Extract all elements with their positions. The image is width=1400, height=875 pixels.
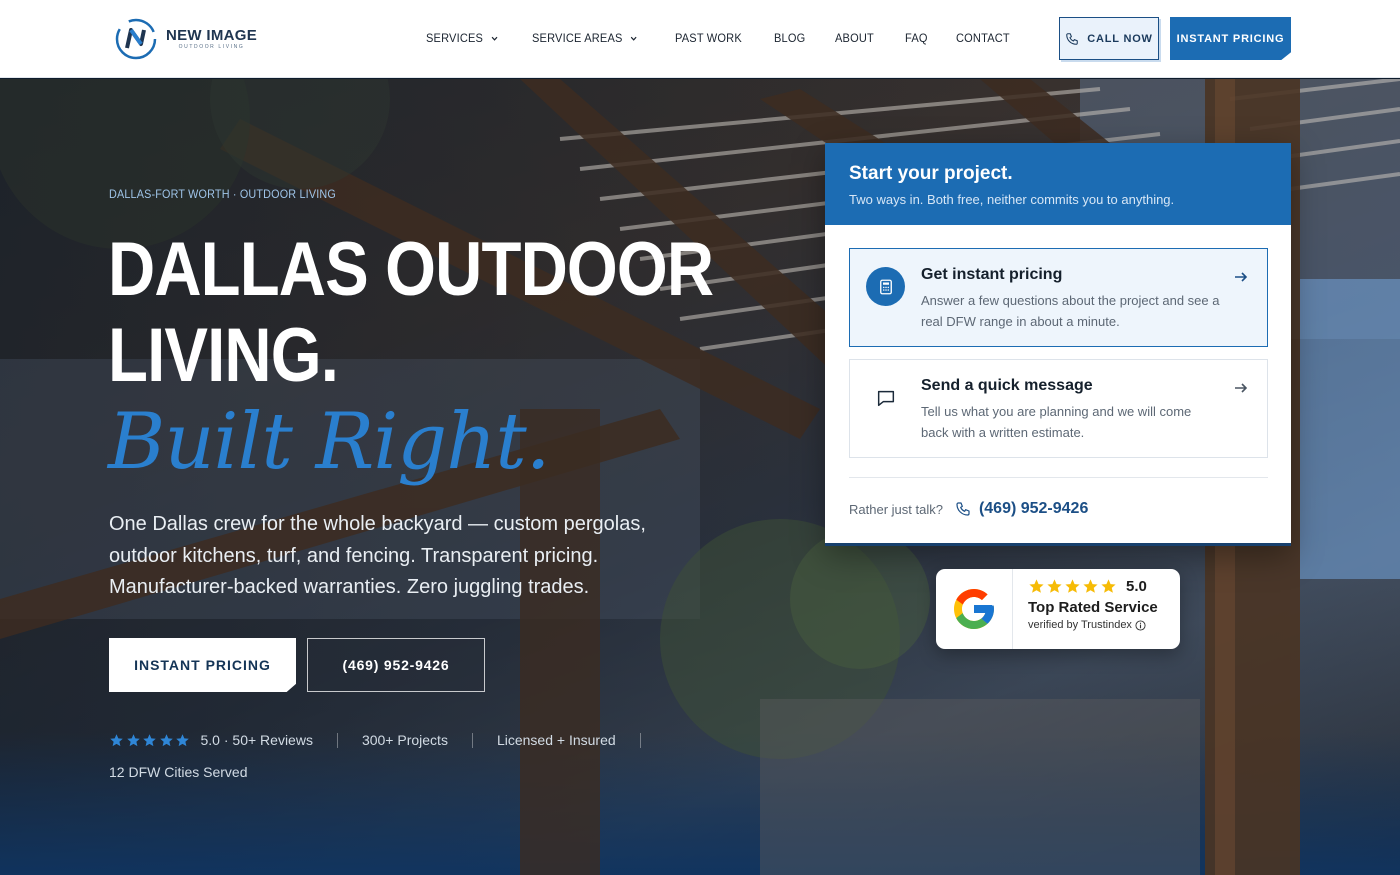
divider [639,732,641,748]
option-title: Get instant pricing [921,266,1063,283]
card-subtitle: Two ways in. Both free, neither commits … [849,192,1175,207]
send-message-option[interactable]: Send a quick message Tell us what you ar… [849,359,1268,458]
phone-hero-label: (469) 952-9426 [342,657,450,673]
phone-icon [1066,32,1079,45]
arrow-right-icon [1235,272,1248,282]
chat-icon [866,378,905,417]
calculator-icon [866,267,905,306]
nav-item-label: FAQ [904,31,928,45]
star-icon [1083,579,1098,593]
badge-score: 5.0 [1126,578,1147,595]
nav-item-contact[interactable]: CONTACT [956,31,1010,45]
trust-bar: 5.0 · 50+ Reviews 300+ Projects Licensed… [109,732,665,748]
option-description: Answer a few questions about the project… [921,293,1220,329]
google-logo-icon [936,569,1013,649]
google-rating-badge[interactable]: 5.0 Top Rated Service verified by Trusti… [936,569,1180,649]
instant-pricing-nav-button[interactable]: INSTANT PRICING [1170,17,1291,60]
option-title: Send a quick message [921,377,1093,394]
nav-item-services[interactable]: SERVICES [426,31,499,45]
nav-item-service-areas[interactable]: SERVICE AREAS [532,31,638,45]
star-icon [126,733,140,746]
nav-item-label: PAST WORK [674,31,742,45]
nav-item-label: ABOUT [835,31,875,45]
card-title: Start your project. [849,163,1013,184]
badge-verified: verified by Trustindex [1028,619,1158,631]
brand-logo[interactable]: NEW IMAGE OUTDOOR LIVING [114,17,257,61]
badge-body: 5.0 Top Rated Service verified by Trusti… [1013,569,1158,649]
phone-hero-button[interactable]: (469) 952-9426 [307,638,485,692]
nav-item-label: CONTACT [956,31,1011,45]
divider [471,732,473,748]
hero-headline-script: Built Right. [108,397,551,487]
badge-stars [1028,578,1118,595]
star-icon [1029,579,1044,593]
licensed-text: Licensed + Insured [496,732,616,748]
hero-eyebrow: DALLAS-FORT WORTH · OUTDOOR LIVING [109,187,336,201]
arrow-right-icon [1235,383,1248,393]
star-icon [1101,579,1116,593]
call-now-button[interactable]: CALL NOW [1059,17,1159,60]
star-icon [176,733,189,746]
star-icon [1047,579,1062,593]
headline-line-2: LIVING. [108,313,339,398]
rating-stars [109,733,192,748]
phone-icon [956,502,970,516]
divider [336,732,338,748]
star-icon [110,733,123,746]
get-instant-pricing-option[interactable]: Get instant pricing Answer a few questio… [849,248,1268,347]
nav-item-label: BLOG [774,31,806,45]
nav-item-faq[interactable]: FAQ [905,31,928,45]
projects-count: 300+ Projects [361,732,448,748]
rating-text: 5.0 · 50+ Reviews [200,732,313,748]
nav-item-blog[interactable]: BLOG [774,31,805,45]
badge-title: Top Rated Service [1028,599,1158,616]
star-icon [143,733,156,746]
brand-tagline: OUTDOOR LIVING [178,44,245,50]
hero-description: One Dallas crew for the whole backyard —… [109,513,646,598]
cities-served: 12 DFW Cities Served [109,764,248,780]
instant-pricing-hero-button[interactable]: INSTANT PRICING [109,638,296,692]
chevron-down-icon [631,36,638,41]
card-phone-link[interactable]: (469) 952-9426 [979,500,1088,518]
main-menu: SERVICES SERVICE AREAS PAST WORK BLOG AB… [426,31,1042,45]
logo-mark-icon [115,18,157,60]
nav-item-label: SERVICES [426,31,484,45]
nav-item-label: SERVICE AREAS [532,31,623,45]
talk-label: Rather just talk? [849,501,943,517]
start-project-card: Start your project. Two ways in. Both fr… [825,143,1291,546]
star-icon [1065,579,1080,593]
star-icon [159,733,173,746]
instant-pricing-hero-label: INSTANT PRICING [134,657,271,673]
option-description: Tell us what you are planning and we wil… [921,404,1192,440]
call-now-label: CALL NOW [1087,32,1153,45]
nav-item-about[interactable]: ABOUT [835,31,874,45]
card-header: Start your project. Two ways in. Both fr… [825,143,1291,225]
brand-name: NEW IMAGE [166,27,258,44]
headline-line-1: DALLAS OUTDOOR [108,227,714,312]
chevron-down-icon [491,36,498,41]
top-navigation: NEW IMAGE OUTDOOR LIVING SERVICES SERVIC… [0,0,1400,78]
nav-item-past-work[interactable]: PAST WORK [675,31,742,45]
talk-row: Rather just talk? (469) 952-9426 [849,500,1088,518]
badge-verified-text: verified by Trustindex [1028,619,1132,631]
hero-headline: DALLAS OUTDOOR LIVING. [108,227,714,399]
info-icon [1135,619,1146,631]
instant-pricing-label: INSTANT PRICING [1176,32,1285,45]
divider [849,477,1268,478]
